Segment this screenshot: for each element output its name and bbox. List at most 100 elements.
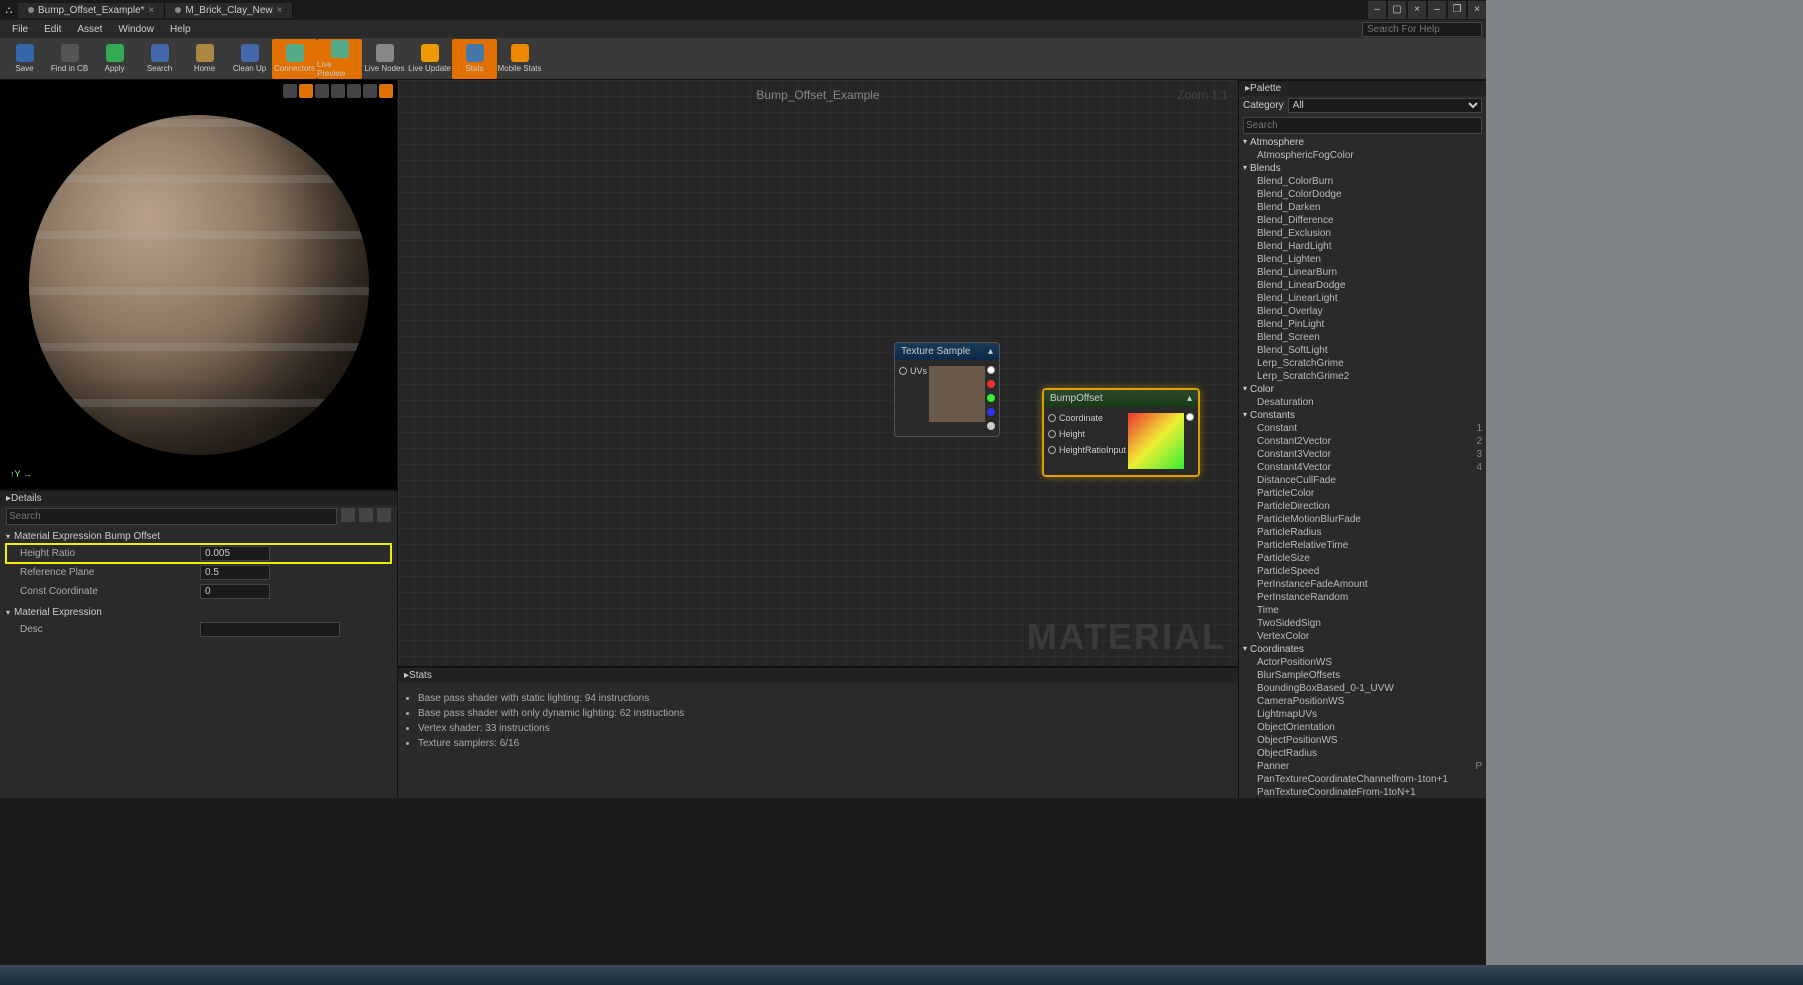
filter-icon[interactable] [359,508,373,522]
reference-plane-input[interactable] [200,565,270,580]
palette-item[interactable]: ParticleMotionBlurFade [1239,513,1486,526]
close-icon[interactable]: × [277,5,283,16]
palette-category[interactable]: Blends [1239,162,1486,175]
palette-item[interactable]: Blend_PinLight [1239,318,1486,331]
palette-item[interactable]: Blend_Darken [1239,201,1486,214]
palette-item[interactable]: BoundingBoxBased_0-1_UVW [1239,682,1486,695]
details-header[interactable]: ▸ Details [0,490,397,506]
viewport-btn[interactable] [363,84,377,98]
palette-search[interactable] [1243,117,1482,134]
palette-item[interactable]: ActorPositionWS [1239,656,1486,669]
close-icon[interactable]: × [149,5,155,16]
palette-item[interactable]: Constant1 [1239,422,1486,435]
maximize-icon[interactable]: ▢ [1388,1,1406,19]
palette-item[interactable]: Blend_ColorBurn [1239,175,1486,188]
viewport-btn[interactable] [299,84,313,98]
taskbar[interactable] [0,965,1803,985]
palette-item[interactable]: Time [1239,604,1486,617]
menu-file[interactable]: File [4,24,36,35]
palette-item[interactable]: ObjectRadius [1239,747,1486,760]
palette-item[interactable]: Blend_Screen [1239,331,1486,344]
connectors-button[interactable]: Connectors [272,39,317,79]
palette-item[interactable]: Blend_Lighten [1239,253,1486,266]
live-preview-button[interactable]: Live Preview [317,39,362,79]
tab-brick[interactable]: M_Brick_Clay_New× [165,3,293,18]
close-icon[interactable]: × [1468,1,1486,19]
palette-category[interactable]: Color [1239,383,1486,396]
palette-item[interactable]: ParticleSpeed [1239,565,1486,578]
menu-asset[interactable]: Asset [69,24,110,35]
palette-item[interactable]: Blend_Exclusion [1239,227,1486,240]
palette-item[interactable]: CameraPositionWS [1239,695,1486,708]
palette-item[interactable]: LightmapUVs [1239,708,1486,721]
mobile-stats-button[interactable]: Mobile Stats [497,39,542,79]
viewport-btn[interactable] [315,84,329,98]
palette-category[interactable]: Coordinates [1239,643,1486,656]
category-select[interactable]: All [1288,98,1482,113]
node-graph[interactable]: Bump_Offset_Example Zoom 1:1 MATERIAL Te… [398,80,1238,666]
palette-item[interactable]: DistanceCullFade [1239,474,1486,487]
palette-item[interactable]: Lerp_ScratchGrime [1239,357,1486,370]
palette-item[interactable]: ParticleDirection [1239,500,1486,513]
palette-item[interactable]: ParticleRadius [1239,526,1486,539]
palette-item[interactable]: AtmosphericFogColor [1239,149,1486,162]
search-icon[interactable] [341,508,355,522]
live-update-button[interactable]: Live Update [407,39,452,79]
find-in-cb-button[interactable]: Find in CB [47,39,92,79]
close-icon[interactable]: × [1408,1,1426,19]
details-group-header[interactable]: Material Expression [6,605,391,620]
palette-category[interactable]: Constants [1239,409,1486,422]
palette-item[interactable]: Blend_LinearBurn [1239,266,1486,279]
palette-item[interactable]: ParticleSize [1239,552,1486,565]
palette-item[interactable]: BlurSampleOffsets [1239,669,1486,682]
palette-item[interactable]: Blend_LinearLight [1239,292,1486,305]
menu-help[interactable]: Help [162,24,199,35]
viewport-btn[interactable] [347,84,361,98]
home-button[interactable]: Home [182,39,227,79]
palette-item[interactable]: Blend_HardLight [1239,240,1486,253]
help-search[interactable] [1362,22,1482,37]
palette-item[interactable]: Blend_ColorDodge [1239,188,1486,201]
minimize-icon[interactable]: – [1368,1,1386,19]
clean-up-button[interactable]: Clean Up [227,39,272,79]
stats-button[interactable]: Stats [452,39,497,79]
viewport-btn[interactable] [283,84,297,98]
palette-item[interactable]: Desaturation [1239,396,1486,409]
palette-item[interactable]: TwoSidedSign [1239,617,1486,630]
restore-icon[interactable]: ❐ [1448,1,1466,19]
palette-item[interactable]: Constant3Vector3 [1239,448,1486,461]
palette-item[interactable]: VertexColor [1239,630,1486,643]
palette-header[interactable]: ▸ Palette [1239,80,1486,96]
palette-category[interactable]: Atmosphere [1239,136,1486,149]
stats-header[interactable]: ▸ Stats [398,667,1238,683]
viewport-btn[interactable] [379,84,393,98]
palette-item[interactable]: Blend_LinearDodge [1239,279,1486,292]
eye-icon[interactable] [377,508,391,522]
palette-item[interactable]: PerInstanceRandom [1239,591,1486,604]
viewport-btn[interactable] [331,84,345,98]
palette-item[interactable]: Constant4Vector4 [1239,461,1486,474]
minimize-icon[interactable]: – [1428,1,1446,19]
menu-edit[interactable]: Edit [36,24,69,35]
graph-node[interactable]: BumpOffset▴CoordinateHeightHeightRatioIn… [1042,388,1200,477]
search-button[interactable]: Search [137,39,182,79]
details-search[interactable] [6,508,337,525]
palette-item[interactable]: PannerP [1239,760,1486,773]
palette-item[interactable]: Blend_Difference [1239,214,1486,227]
menu-window[interactable]: Window [110,24,162,35]
save-button[interactable]: Save [2,39,47,79]
palette-item[interactable]: Constant2Vector2 [1239,435,1486,448]
palette-item[interactable]: ObjectPositionWS [1239,734,1486,747]
palette-item[interactable]: Lerp_ScratchGrime2 [1239,370,1486,383]
palette-item[interactable]: PanTextureCoordinateChannelfrom-1ton+1 [1239,773,1486,786]
tab-bump-offset[interactable]: Bump_Offset_Example*× [18,3,165,18]
palette-item[interactable]: Blend_Overlay [1239,305,1486,318]
palette-item[interactable]: ParticleColor [1239,487,1486,500]
palette-item[interactable]: Blend_SoftLight [1239,344,1486,357]
palette-item[interactable]: ParticleRelativeTime [1239,539,1486,552]
live-nodes-button[interactable]: Live Nodes [362,39,407,79]
graph-node[interactable]: Texture Sample▴UVs [894,342,1000,437]
preview-viewport[interactable]: ↑Y → [0,80,397,490]
palette-item[interactable]: PerInstanceFadeAmount [1239,578,1486,591]
palette-item[interactable]: ObjectOrientation [1239,721,1486,734]
